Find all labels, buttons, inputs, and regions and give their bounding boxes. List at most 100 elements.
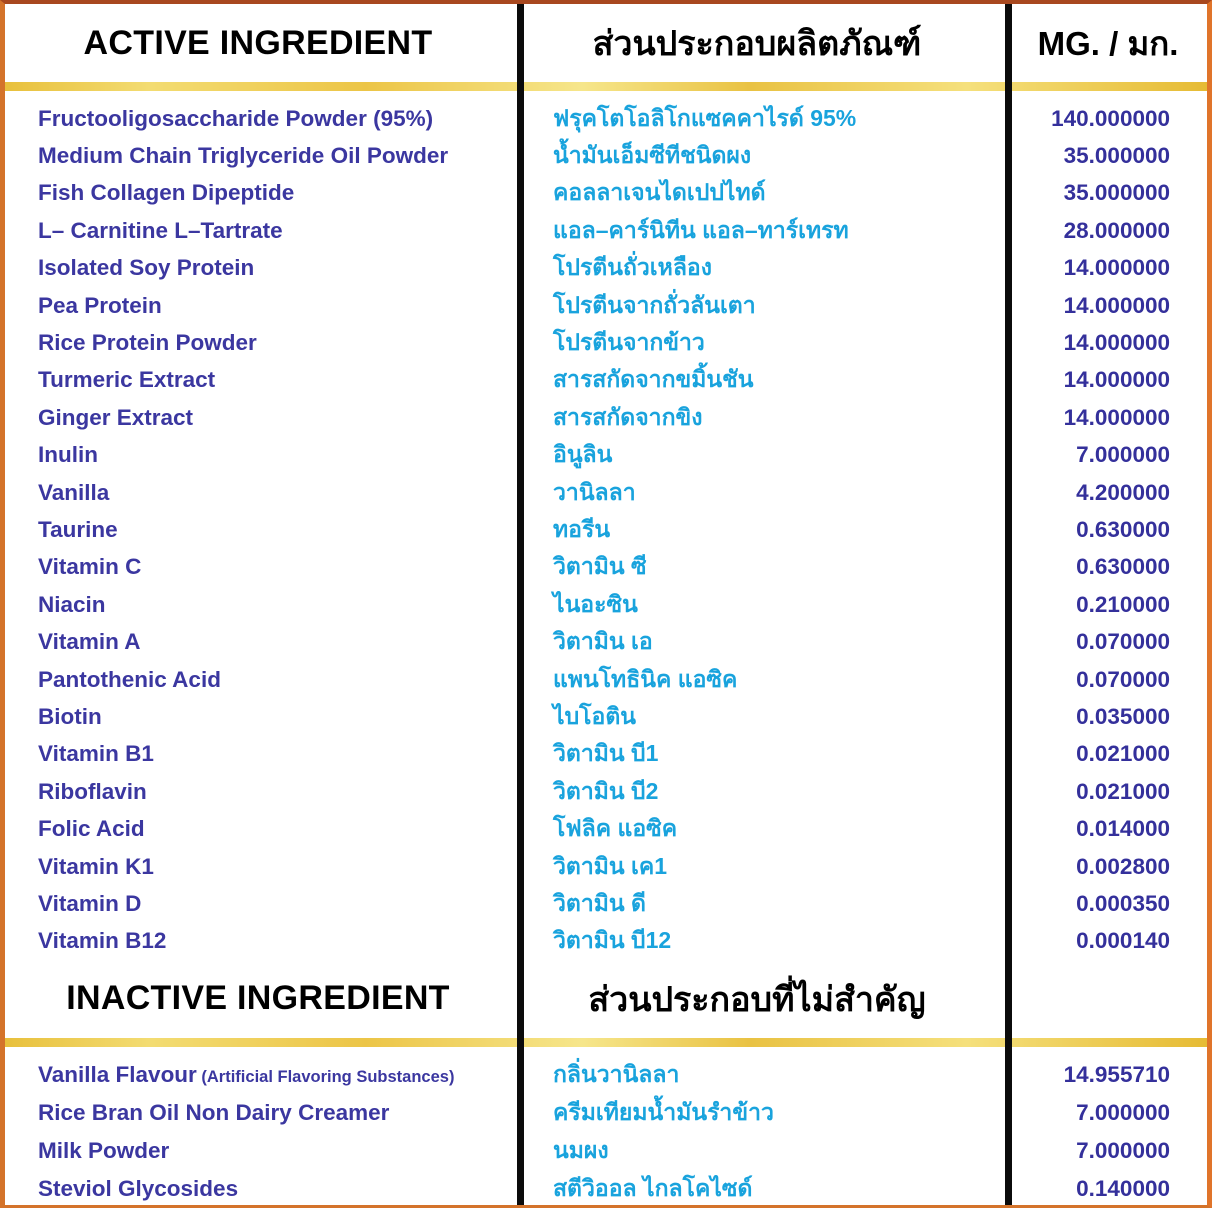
ingredient-amount-mg: 0.630000 <box>1076 554 1170 580</box>
ingredient-name-thai: น้ำมันเอ็มซีทีชนิดผง <box>553 142 752 169</box>
inactive-section-header: INACTIVE INGREDIENT ส่วนประกอบที่ไม่สำคั… <box>5 960 1207 1038</box>
ingredient-amount-mg: 0.002800 <box>1076 853 1170 879</box>
table-row: Inulin อินูลิน 7.000000 <box>5 437 1207 474</box>
ingredient-name-thai: วิตามิน บี2 <box>553 777 659 804</box>
ingredient-name-english: Rice Bran Oil Non Dairy Creamer <box>38 1099 390 1125</box>
ingredient-amount-mg: 0.021000 <box>1076 778 1170 804</box>
ingredient-amount-mg: 7.000000 <box>1076 442 1170 468</box>
ingredient-name-english: Folic Acid <box>38 816 145 842</box>
ingredient-amount-mg: 14.000000 <box>1063 292 1170 318</box>
ingredient-amount-mg: 0.210000 <box>1076 591 1170 617</box>
ingredient-amount-mg: 14.000000 <box>1063 255 1170 281</box>
active-section-header: ACTIVE INGREDIENT ส่วนประกอบผลิตภัณฑ์ MG… <box>5 4 1207 82</box>
ingredient-amount-mg: 14.000000 <box>1063 330 1170 356</box>
ingredient-amount-mg: 28.000000 <box>1063 217 1170 243</box>
ingredient-name-english: Isolated Soy Protein <box>38 255 255 281</box>
ingredient-name-thai: วิตามิน เอ <box>553 628 653 655</box>
ingredient-amount-mg: 7.000000 <box>1076 1099 1170 1125</box>
ingredient-name-english: Turmeric Extract <box>38 367 216 393</box>
ingredient-amount-mg: 0.070000 <box>1076 666 1170 692</box>
table-row: Biotin ไบโอติน 0.035000 <box>5 698 1207 735</box>
ingredient-name-english: Pea Protein <box>38 292 162 318</box>
table-row: Riboflavin วิตามิน บี2 0.021000 <box>5 773 1207 810</box>
ingredient-name-thai: สตีวิออล ไกลโคไซด์ <box>553 1174 753 1201</box>
ingredient-name-english: Vitamin B1 <box>38 741 154 767</box>
ingredient-name-english: Biotin <box>38 703 102 729</box>
column-divider-english-thai <box>517 4 524 1205</box>
ingredient-name-english: Vitamin A <box>38 629 141 655</box>
table-row: Turmeric Extract สารสกัดจากขมิ้นชัน 14.000… <box>5 362 1207 399</box>
ingredient-name-english: Ginger Extract <box>38 404 194 430</box>
ingredient-amount-mg: 0.035000 <box>1076 703 1170 729</box>
ingredient-name-thai: โฟลิค แอซิค <box>553 815 678 842</box>
ingredient-name-thai: วิตามิน บี12 <box>553 927 672 954</box>
ingredient-name-english: Niacin <box>38 591 106 617</box>
table-row: Vitamin B12 วิตามิน บี12 0.000140 <box>5 923 1207 960</box>
ingredient-name-thai: แอล–คาร์นิทีน แอล–ทาร์เทรท <box>553 216 849 243</box>
table-row: L– Carnitine L–Tartrate แอล–คาร์นิทีน แอล… <box>5 212 1207 249</box>
ingredient-name-english: Inulin <box>38 442 98 468</box>
ingredient-name-thai: วิตามิน ซี <box>553 553 647 580</box>
ingredient-name-thai: โปรตีนจากข้าว <box>553 329 705 356</box>
table-row: Niacin ไนอะซิน 0.210000 <box>5 586 1207 623</box>
ingredient-name-english: Taurine <box>38 516 118 542</box>
ingredient-name-english: Fructooligosaccharide Powder (95%) <box>38 105 434 131</box>
ingredient-amount-mg: 35.000000 <box>1063 143 1170 169</box>
ingredient-name-english: Vitamin D <box>38 890 142 916</box>
inactive-header-english: INACTIVE INGREDIENT <box>66 979 450 1018</box>
table-row: Vanilla วานิลลา 4.200000 <box>5 474 1207 511</box>
ingredient-name-english: Milk Powder <box>38 1137 170 1163</box>
table-row: Milk Powder นมผง 7.000000 <box>5 1132 1207 1170</box>
ingredient-name-english: Vitamin K1 <box>38 853 154 879</box>
ingredient-name-thai: แพนโทธินิค แอซิค <box>553 665 738 692</box>
ingredient-amount-mg: 35.000000 <box>1063 180 1170 206</box>
table-row: Vitamin D วิตามิน ดี 0.000350 <box>5 885 1207 922</box>
table-row: Fructooligosaccharide Powder (95%) ฟรุคโต… <box>5 100 1207 137</box>
ingredient-name-thai: คอลลาเจนไดเปปไทด์ <box>553 179 766 206</box>
ingredient-name-english: Vanilla Flavour (Artificial Flavoring Su… <box>38 1061 455 1087</box>
amount-column-header: MG. / มก. <box>1037 24 1179 62</box>
ingredient-name-thai: โปรตีนถั่วเหลือง <box>553 254 712 281</box>
ingredient-amount-mg: 140.000000 <box>1051 105 1170 131</box>
ingredient-name-english: Pantothenic Acid <box>38 666 221 692</box>
ingredient-name-thai: โปรตีนจากถั่วลันเตา <box>553 291 756 318</box>
table-row: Rice Bran Oil Non Dairy Creamer ครีมเทียม… <box>5 1094 1207 1132</box>
table-row: Fish Collagen Dipeptide คอลลาเจนไดเปปไทด์… <box>5 175 1207 212</box>
table-row: Taurine ทอรีน 0.630000 <box>5 511 1207 548</box>
ingredient-amount-mg: 14.000000 <box>1063 367 1170 393</box>
table-row: Isolated Soy Protein โปรตีนถั่วเหลือง 14.0… <box>5 250 1207 287</box>
table-row: Medium Chain Triglyceride Oil Powder น้ำม… <box>5 137 1207 174</box>
ingredient-name-thai: กลิ่นวานิลลา <box>553 1060 680 1087</box>
active-header-english: ACTIVE INGREDIENT <box>83 23 433 62</box>
ingredient-name-thai: อินูลิน <box>553 441 613 468</box>
inactive-ingredient-list: Vanilla Flavour (Artificial Flavoring Su… <box>5 1047 1207 1205</box>
table-row: Pantothenic Acid แพนโทธินิค แอซิค 0.070000 <box>5 661 1207 698</box>
ingredient-amount-mg: 0.021000 <box>1076 741 1170 767</box>
ingredient-name-english: Vanilla <box>38 479 110 505</box>
ingredient-name-english: Riboflavin <box>38 778 147 804</box>
ingredient-amount-mg: 0.140000 <box>1076 1175 1170 1201</box>
ingredient-name-english: L– Carnitine L–Tartrate <box>38 217 283 243</box>
table-row: Pea Protein โปรตีนจากถั่วลันเตา 14.000000 <box>5 287 1207 324</box>
ingredient-amount-mg: 0.014000 <box>1076 816 1170 842</box>
table-row: Steviol Glycosides สตีวิออล ไกลโคไซด์ 0.14… <box>5 1170 1207 1205</box>
column-divider-thai-amount <box>1005 4 1012 1205</box>
ingredient-name-english: Medium Chain Triglyceride Oil Powder <box>38 143 449 169</box>
ingredient-name-english: Vitamin B12 <box>38 928 167 954</box>
ingredient-name-english: Fish Collagen Dipeptide <box>38 180 295 206</box>
ingredient-name-thai: ทอรีน <box>553 515 611 542</box>
ingredient-name-thai: วิตามิน เค1 <box>553 852 668 879</box>
ingredient-name-thai: ฟรุคโตโอลิโกแซคคาไรด์ 95% <box>553 104 857 131</box>
table-row: Vitamin B1 วิตามิน บี1 0.021000 <box>5 736 1207 773</box>
table-row: Folic Acid โฟลิค แอซิค 0.014000 <box>5 810 1207 847</box>
ingredient-name-thai: สารสกัดจากขมิ้นชัน <box>553 366 754 393</box>
active-ingredient-list: Fructooligosaccharide Powder (95%) ฟรุคโต… <box>5 91 1207 960</box>
table-row: Ginger Extract สารสกัดจากขิง 14.000000 <box>5 399 1207 436</box>
table-row: Rice Protein Powder โปรตีนจากข้าว 14.00000… <box>5 324 1207 361</box>
ingredient-amount-mg: 0.000350 <box>1076 890 1170 916</box>
ingredient-amount-mg: 0.000140 <box>1076 928 1170 954</box>
table-row: Vitamin C วิตามิน ซี 0.630000 <box>5 549 1207 586</box>
ingredient-amount-mg: 4.200000 <box>1076 479 1170 505</box>
ingredient-name-thai: สารสกัดจากขิง <box>553 403 703 430</box>
ingredient-name-english: Steviol Glycosides <box>38 1175 239 1201</box>
